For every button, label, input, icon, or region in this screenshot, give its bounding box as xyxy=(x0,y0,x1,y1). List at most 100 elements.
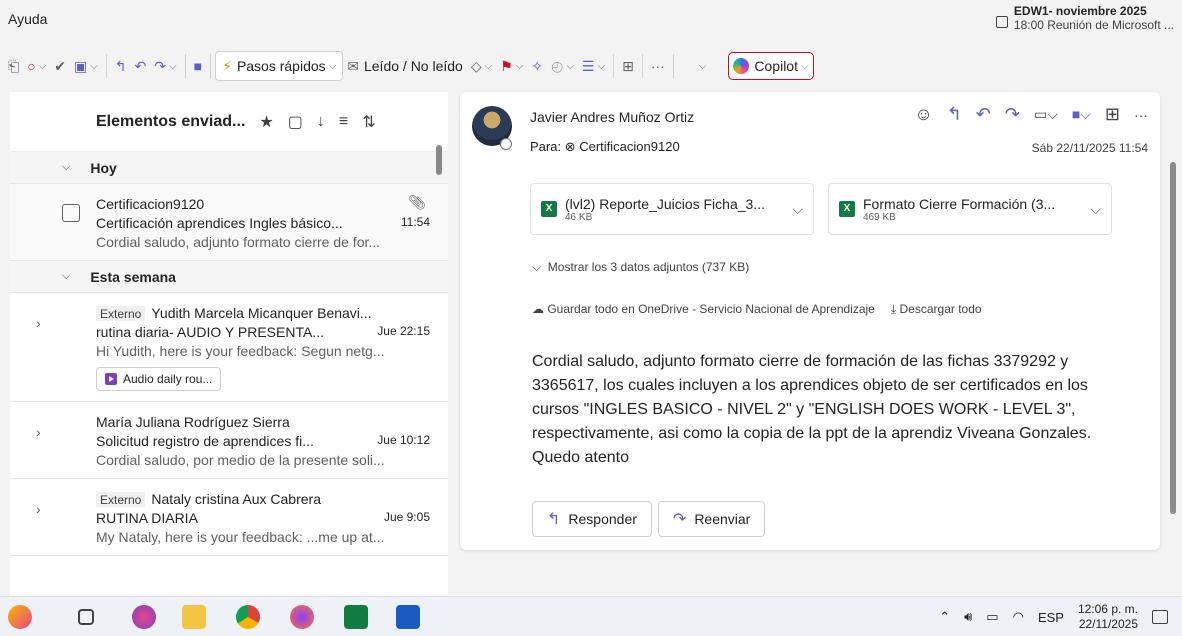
save-onedrive-link[interactable]: ☁︎ Guardar todo en OneDrive - Servicio N… xyxy=(532,302,875,317)
emoji-icon[interactable]: ☺ xyxy=(914,104,932,125)
list-scrollbar[interactable] xyxy=(436,145,442,175)
copilot-taskbar-icon[interactable] xyxy=(8,605,32,629)
expand-thread-icon[interactable]: › xyxy=(36,424,41,440)
chevron-down-icon[interactable]: ⌵ xyxy=(801,61,809,72)
file-explorer-icon[interactable] xyxy=(182,605,206,629)
flag-icon[interactable]: ⚑ ⌵ xyxy=(496,52,527,80)
list-item[interactable]: › Externo Nataly cristina Aux Cabrera RUT… xyxy=(10,479,448,556)
shield-icon[interactable]: ○ ⌵ xyxy=(23,52,50,80)
expand-ribbon-button[interactable]: ⌵ xyxy=(692,52,711,80)
teams-icon[interactable]: ■ xyxy=(190,52,206,80)
show-all-attachments-link[interactable]: ⌵ Mostrar los 3 datos adjuntos (737 KB) xyxy=(532,260,749,275)
mail-recipient: María Juliana Rodríguez Sierra xyxy=(96,414,290,430)
favorite-icon[interactable]: ★ xyxy=(259,112,273,132)
sweep-icon[interactable]: ✔ xyxy=(50,52,70,80)
chrome-icon[interactable] xyxy=(236,605,260,629)
attachment-chip[interactable]: Audio daily rou... xyxy=(96,367,222,391)
volume-icon[interactable]: 🔊︎ xyxy=(964,609,972,625)
chevron-down-icon[interactable]: ⌵ xyxy=(1090,201,1101,218)
forward-icon[interactable]: ↷ ⌵ xyxy=(150,52,180,80)
attachment-name: Formato Cierre Formación (3... xyxy=(863,195,1056,212)
attachment-size: 46 KB xyxy=(565,211,593,223)
clock[interactable]: 12:06 p. m. 22/11/2025 xyxy=(1078,602,1138,632)
firefox-icon[interactable] xyxy=(290,605,314,629)
menu-help[interactable]: Ayuda xyxy=(8,11,47,27)
select-icon[interactable]: ▢ xyxy=(288,112,303,132)
forward-icon[interactable]: ↷ xyxy=(1005,104,1020,125)
download-all-link[interactable]: ⤓ Descargar todo xyxy=(891,302,982,317)
notification-icon[interactable] xyxy=(1152,610,1168,624)
excel-icon[interactable] xyxy=(344,605,368,629)
filter-icon[interactable]: ≡ xyxy=(339,113,348,131)
battery-icon[interactable]: ▭ xyxy=(986,609,998,625)
list-item[interactable]: › María Juliana Rodríguez Sierra Solicit… xyxy=(10,402,448,479)
cloud-icon: ☁︎ xyxy=(532,302,544,316)
mail-subject: rutina diaria- AUDIO Y PRESENTA... xyxy=(96,324,324,340)
archive-icon[interactable]: ⎗ xyxy=(4,52,23,80)
external-badge: Externo xyxy=(96,492,146,507)
sender-name[interactable]: Javier Andres Muñoz Ortiz xyxy=(530,109,694,125)
teams-share-icon[interactable]: ▭⌵ xyxy=(1034,106,1058,123)
reply-all-icon[interactable]: ↶ xyxy=(976,104,991,125)
task-view-icon[interactable] xyxy=(78,609,94,625)
more-options-icon[interactable]: ··· xyxy=(1134,107,1148,123)
recipient-line: Para: ⊗ Certificacion9120 xyxy=(530,139,680,155)
bolt-icon: ⚡ xyxy=(222,57,232,74)
reply-icon[interactable]: ↰ xyxy=(111,52,131,80)
tag-icon[interactable]: ◇ ⌵ xyxy=(467,52,496,80)
mail-preview: My Nataly, here is your feedback: ...me … xyxy=(96,529,385,545)
reply-button[interactable]: ↰ Responder xyxy=(532,501,652,537)
paperclip-icon: 📎︎ xyxy=(408,194,426,210)
expand-thread-icon[interactable]: › xyxy=(36,315,41,331)
sort-icon[interactable]: ⇅ xyxy=(362,112,375,132)
calendar-reminder[interactable]: EDW1- noviembre 2025 18:00 Reunión de Mi… xyxy=(995,4,1174,32)
attachment-chip-label: Audio daily rou... xyxy=(123,372,213,386)
list-header: Elementos enviad... ★ ▢ ↓ ≡ ⇅ xyxy=(10,92,448,152)
copilot-button[interactable]: Copilot ⌵ xyxy=(728,52,814,80)
attachment-card[interactable]: X Formato Cierre Formación (3... 469 KB … xyxy=(828,183,1112,235)
calendar-subtitle: 18:00 Reunión de Microsoft ... xyxy=(1013,18,1174,32)
reading-scrollbar[interactable] xyxy=(1170,162,1176,514)
calendar-title: EDW1- noviembre 2025 xyxy=(1013,4,1147,18)
select-checkbox[interactable] xyxy=(62,204,80,222)
rules-icon[interactable]: ☰ ⌵ xyxy=(578,52,609,80)
app-icon[interactable] xyxy=(132,605,156,629)
to-label: Para: xyxy=(530,139,562,154)
move-icon[interactable]: ▣ ⌵ xyxy=(70,52,102,80)
divider xyxy=(210,54,212,78)
forward-button[interactable]: ↷ Reenviar xyxy=(657,501,766,537)
message-actions: ☺ ↰ ↶ ↷ ▭⌵ ■⌵ ⊞ ··· xyxy=(914,104,1148,125)
group-header-today[interactable]: ⌵ Hoy xyxy=(10,152,448,184)
title-bar: Ayuda EDW1- noviembre 2025 18:00 Reunión… xyxy=(0,0,1182,40)
reply-icon[interactable]: ↰ xyxy=(947,104,962,125)
list-item[interactable]: 📎︎ Certificacion9120 Certificación apren… xyxy=(10,184,448,261)
pdf-icon[interactable]: ■⌵ xyxy=(1072,106,1091,123)
mail-preview: Cordial saludo, por medio de la presente… xyxy=(96,452,385,468)
group-header-this-week[interactable]: ⌵ Esta semana xyxy=(10,261,448,293)
divider xyxy=(672,54,674,78)
wifi-icon[interactable]: ◠ xyxy=(1013,609,1024,625)
apps-icon[interactable]: ⊞ xyxy=(618,52,638,80)
attachment-card[interactable]: X (lvl2) Reporte_Juicios Ficha_3... 46 K… xyxy=(530,183,814,235)
language-indicator[interactable]: ESP xyxy=(1038,610,1064,625)
reply-all-icon[interactable]: ↶ xyxy=(131,52,151,80)
read-unread-button[interactable]: ✉ Leído / No leído xyxy=(343,52,467,80)
ribbon-toolbar: ⎗ ○ ⌵ ✔ ▣ ⌵ ↰ ↶ ↷ ⌵ ■ ⚡ Pasos rápidos ⌵ ✉ L… xyxy=(0,44,1182,88)
expand-thread-icon[interactable]: › xyxy=(36,501,41,517)
attachment-size: 469 KB xyxy=(863,211,896,223)
chevron-up-icon[interactable]: ⌃ xyxy=(939,609,950,625)
snooze-icon[interactable]: ◴ ⌵ xyxy=(547,52,578,80)
quick-steps-button[interactable]: ⚡ Pasos rápidos ⌵ xyxy=(215,51,344,81)
more-options-button[interactable]: ··· xyxy=(647,52,669,80)
list-item[interactable]: › Externo Yudith Marcela Micanquer Benavi… xyxy=(10,293,448,402)
forward-icon: ↷ xyxy=(672,511,687,528)
recipient-name[interactable]: Certificacion9120 xyxy=(579,139,679,154)
pin-icon[interactable]: ✧ xyxy=(527,52,547,80)
chevron-down-icon[interactable]: ⌵ xyxy=(792,201,803,218)
word-icon[interactable] xyxy=(396,605,420,629)
chevron-down-icon[interactable]: ⌵ xyxy=(329,61,337,72)
divider xyxy=(184,54,186,78)
apps-icon[interactable]: ⊞ xyxy=(1105,104,1120,125)
mail-time: Jue 9:05 xyxy=(383,510,430,524)
jump-icon[interactable]: ↓ xyxy=(317,113,325,131)
